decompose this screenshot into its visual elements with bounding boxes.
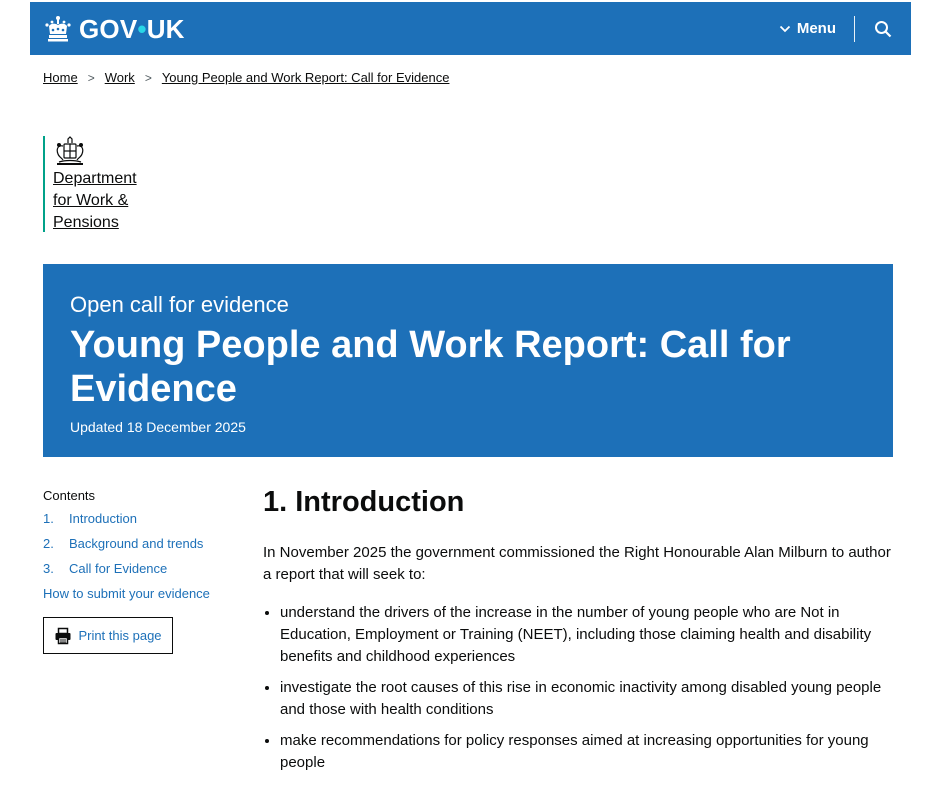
- page-hero: Open call for evidence Young People and …: [43, 264, 893, 457]
- govuk-logo-link[interactable]: GOV•UK: [43, 14, 185, 44]
- contents-item-call-for-evidence[interactable]: 3. Call for Evidence: [43, 561, 233, 577]
- contents-item-number: 2.: [43, 536, 54, 551]
- contents-link-introduction[interactable]: Introduction: [69, 511, 137, 527]
- page-title: Young People and Work Report: Call for E…: [70, 324, 791, 410]
- list-item: investigate the root causes of this rise…: [280, 677, 890, 721]
- contents-item-number: 3.: [43, 561, 54, 576]
- section-heading: 1. Introduction: [263, 486, 465, 518]
- contents-heading: Contents: [43, 488, 96, 503]
- contents-item-introduction[interactable]: 1. Introduction: [43, 511, 233, 527]
- govuk-header: GOV•UK Menu: [30, 2, 911, 55]
- wordmark-dot: •: [137, 13, 147, 44]
- breadcrumb: Home > Work > Young People and Work Repo…: [43, 70, 449, 85]
- header-divider: [854, 15, 855, 42]
- breadcrumb-current[interactable]: Young People and Work Report: Call for E…: [162, 70, 450, 85]
- printer-icon: [55, 627, 71, 644]
- breadcrumb-work[interactable]: Work: [105, 70, 135, 85]
- updated-date: Updated 18 December 2025: [70, 419, 246, 435]
- document-type-caption: Open call for evidence: [70, 292, 289, 317]
- print-label: Print this page: [78, 628, 162, 643]
- contents-link-background[interactable]: Background and trends: [69, 536, 203, 552]
- contents-link-how-to-submit[interactable]: How to submit your evidence: [43, 586, 210, 601]
- list-item: understand the drivers of the increase i…: [280, 602, 890, 668]
- organisation-name-link[interactable]: Department for Work & Pensions: [53, 168, 153, 234]
- govuk-wordmark: GOV•UK: [79, 13, 185, 44]
- contents-extra: How to submit your evidence: [43, 586, 233, 601]
- search-button[interactable]: [855, 2, 911, 55]
- main-content: 1. Introduction In November 2025 the gov…: [263, 484, 893, 783]
- print-button[interactable]: Print this page: [43, 617, 173, 654]
- header-actions: Menu: [779, 2, 911, 55]
- contents-list: 1. Introduction 2. Background and trends…: [43, 511, 233, 577]
- breadcrumb-separator: >: [144, 70, 152, 85]
- menu-button[interactable]: Menu: [779, 20, 854, 37]
- contents-item-number: 1.: [43, 511, 54, 526]
- contents-link-call-for-evidence[interactable]: Call for Evidence: [69, 561, 167, 577]
- intro-paragraph: In November 2025 the government commissi…: [263, 544, 891, 583]
- contents-item-background[interactable]: 2. Background and trends: [43, 536, 233, 552]
- royal-coat-of-arms-icon: [56, 136, 84, 165]
- organisation-logo: Department for Work & Pensions: [43, 136, 153, 232]
- chevron-down-icon: [779, 25, 790, 32]
- breadcrumb-separator: >: [87, 70, 95, 85]
- menu-label: Menu: [796, 20, 836, 37]
- contents-sidebar: Contents 1. Introduction 2. Background a…: [43, 488, 233, 654]
- search-icon: [875, 20, 892, 37]
- aims-list: understand the drivers of the increase i…: [263, 602, 893, 774]
- list-item: make recommendations for policy response…: [280, 730, 890, 774]
- breadcrumb-home[interactable]: Home: [43, 70, 78, 85]
- crown-icon: [45, 15, 71, 41]
